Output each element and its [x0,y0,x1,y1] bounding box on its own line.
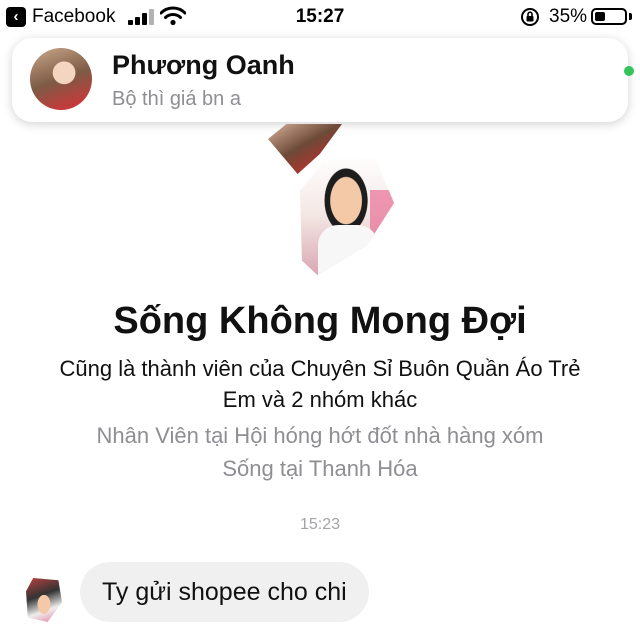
location-info: Sống tại Thanh Hóa [222,456,418,481]
message-notification-banner[interactable]: Phương Oanh Bộ thì giá bn a [12,38,628,122]
sender-avatar [30,48,92,110]
group-member-avatar-primary [300,155,395,275]
battery-icon [591,8,627,25]
sender-avatar-small [26,578,62,622]
battery-tip [629,13,632,20]
clock: 15:27 [295,6,345,27]
orientation-lock-icon [521,8,539,26]
incoming-message-bubble[interactable]: Ty gửi shopee cho chi [80,562,369,622]
online-status-dot [624,66,634,76]
notification-message-preview: Bộ thì giá bn a [112,88,241,110]
message-timestamp: 15:23 [299,516,341,533]
profile-title: Sống Không Mong Đợi [113,300,527,342]
mutual-groups-text: Cũng là thành viên của Chuyên Sỉ Buôn Qu… [59,356,581,412]
status-bar: ‹ Facebook 15:27 35% [0,0,640,34]
battery-fill [595,12,605,21]
work-info: Nhân Viên tại Hội hóng hớt đốt nhà hàng … [96,423,544,448]
notification-sender-name: Phương Oanh [112,50,295,80]
battery-percent: 35% [549,6,588,27]
